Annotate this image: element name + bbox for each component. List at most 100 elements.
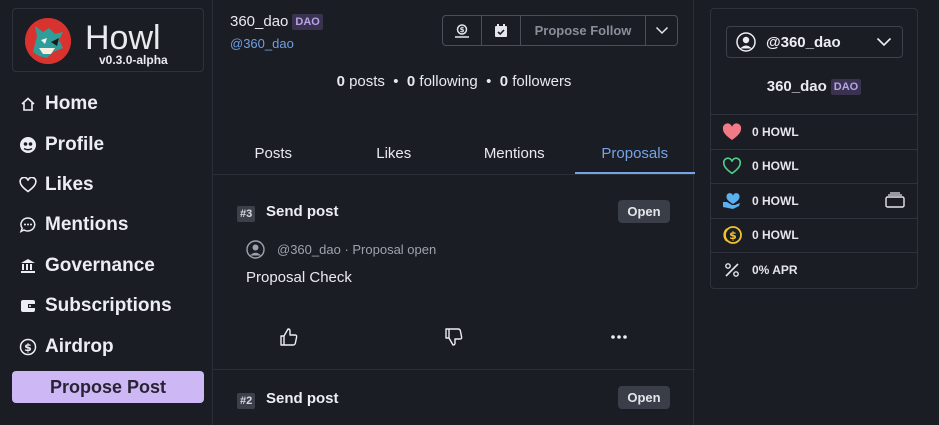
svg-text:$: $ [729,229,737,242]
svg-text:$: $ [460,26,465,34]
heart-filled-icon [722,122,742,142]
heart-icon [18,175,38,195]
heart-hand-icon [722,191,742,211]
account-switcher[interactable]: @360_dao [726,26,903,58]
brand-header[interactable]: Howl v0.3.0-alpha [12,8,204,72]
nav-item-home[interactable]: Home [18,84,172,124]
stats-separator: • [393,73,399,90]
thumbs-up-icon [279,327,299,347]
followers-label[interactable]: followers [512,73,571,90]
proposal-card[interactable]: #2 Send post Open [213,371,695,425]
proposal-meta: @360_dao · Proposal open [246,240,436,259]
following-label[interactable]: following [419,73,477,90]
posts-label: posts [349,73,385,90]
apr-row: 0% APR [711,253,917,288]
proposal-title: Send post [266,390,339,407]
profile-stats: 0 posts • 0 following • 0 followers [213,73,695,90]
app-name: Howl [85,19,161,57]
stack-icon[interactable] [885,192,905,208]
nav-item-mentions[interactable]: Mentions [18,205,172,245]
proposal-author[interactable]: @360_dao [277,242,341,257]
profile-name-row: 360_dao DAO [230,13,323,30]
following-count: 0 [406,73,416,90]
nav-item-likes[interactable]: Likes [18,165,172,205]
profile-action-group: $ Propose Follow [442,15,678,46]
account-name: 360_dao [766,78,827,95]
chat-icon [18,215,38,235]
thumbs-down-icon [444,327,464,347]
nav-label: Likes [45,173,94,195]
dao-badge: DAO [292,13,323,30]
posts-count: 0 [336,73,345,90]
chevron-down-icon [876,35,892,49]
calendar-check-icon [493,23,509,39]
balance-text: 0 HOWL [752,124,799,139]
tab-likes[interactable]: Likes [334,140,455,174]
follow-options-dropdown[interactable] [646,16,677,45]
apr-text: 0% APR [752,263,798,278]
left-sidebar: Howl v0.3.0-alpha Home Profile Likes Men… [0,0,212,425]
proposal-card[interactable]: #3 Send post Open @360_dao · Proposal op… [213,176,695,370]
balance-row: $ 0 HOWL [711,219,917,253]
nav-item-governance[interactable]: Governance [18,246,172,286]
stats-separator: • [486,73,492,90]
profile-main: 360_dao DAO @360_dao $ Propose Follow 0 … [212,0,695,425]
nav-item-airdrop[interactable]: $ Airdrop [18,326,172,366]
balance-row: 0 HOWL [711,115,917,150]
account-handle: @360_dao [766,33,841,51]
balance-text: 0 HOWL [752,193,799,208]
upvote-button[interactable] [278,326,300,348]
balance-text: 0 HOWL [752,228,799,243]
balance-row: 0 HOWL [711,184,917,219]
propose-follow-button[interactable]: Propose Follow [521,16,646,45]
profile-name: 360_dao [230,13,289,30]
coin-icon: $ [18,337,38,357]
heart-outline-icon [722,156,742,176]
nav-label: Home [45,93,98,115]
status-badge: Open [618,386,670,409]
percent-icon [722,260,742,280]
balance-row: 0 HOWL [711,150,917,184]
bank-icon [18,256,38,276]
more-options-button[interactable] [608,326,630,348]
tab-proposals[interactable]: Proposals [574,140,695,174]
tab-posts[interactable]: Posts [213,140,334,174]
avatar-icon [736,32,756,52]
nav-label: Mentions [45,214,129,236]
main-nav: Home Profile Likes Mentions Governance S… [18,84,172,367]
profile-tabs: Posts Likes Mentions Proposals [213,140,695,175]
profile-handle-link[interactable]: @360_dao [230,36,294,51]
tip-button[interactable]: $ [443,16,482,45]
balance-text: 0 HOWL [752,159,799,174]
propose-post-button[interactable]: Propose Post [12,371,204,403]
dao-badge: DAO [830,78,862,95]
chevron-down-icon [655,26,669,35]
avatar-icon [246,240,265,259]
app-version: v0.3.0-alpha [99,53,168,67]
proposal-number: #3 [237,206,256,222]
nav-label: Profile [45,133,105,155]
account-name-row: 360_dao DAO [711,78,917,95]
nav-label: Subscriptions [45,295,172,317]
more-horizontal-icon [610,334,628,340]
nav-item-subscriptions[interactable]: Subscriptions [18,286,172,326]
calendar-button[interactable] [482,16,521,45]
proposal-body: Proposal Check [246,269,352,286]
proposal-number: #2 [237,393,256,409]
nav-label: Governance [45,254,155,276]
nav-label: Airdrop [45,335,114,357]
status-badge: Open [618,200,670,223]
proposal-meta-text: · Proposal open [344,242,437,257]
balance-list: 0 HOWL 0 HOWL 0 HOWL $ 0 HOWL 0% APR [711,114,917,288]
downvote-button[interactable] [443,326,465,348]
tip-icon: $ [454,23,470,39]
home-icon [18,94,38,114]
coins-icon: $ [722,225,742,245]
wallet-icon [18,296,38,316]
svg-text:$: $ [24,341,32,354]
proposal-title: Send post [266,203,339,220]
nav-item-profile[interactable]: Profile [18,124,172,164]
followers-count: 0 [499,73,509,90]
tab-mentions[interactable]: Mentions [454,140,575,174]
howl-logo [25,18,71,64]
